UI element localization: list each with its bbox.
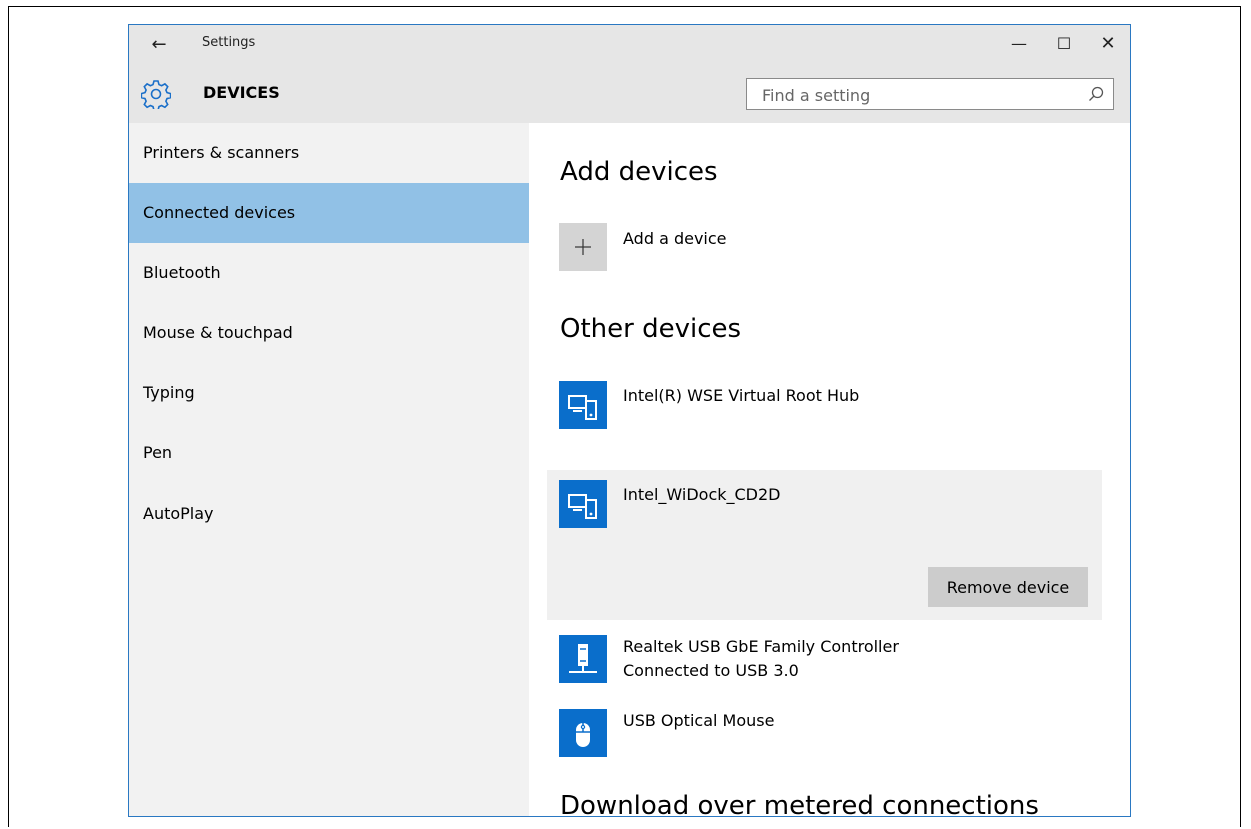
- sidebar: Printers & scanners Connected devices Bl…: [129, 123, 529, 816]
- device-name: Intel_WiDock_CD2D: [623, 485, 781, 504]
- sidebar-item-autoplay[interactable]: AutoPlay: [129, 484, 529, 544]
- main-content: Add devices Add a device Other devices I…: [529, 123, 1130, 817]
- title-bar: ← Settings — ☐ ✕ DEVICES: [129, 25, 1130, 123]
- search-input[interactable]: [760, 83, 1074, 107]
- mouse-icon: [559, 709, 607, 757]
- computer-phone-icon: [559, 480, 607, 528]
- minimize-button[interactable]: —: [996, 29, 1042, 59]
- computer-phone-icon: [559, 381, 607, 429]
- plus-icon: [575, 239, 591, 255]
- other-devices-heading: Other devices: [560, 314, 742, 344]
- remove-device-button[interactable]: Remove device: [928, 567, 1088, 607]
- device-name: Intel(R) WSE Virtual Root Hub: [623, 386, 860, 405]
- close-button[interactable]: ✕: [1085, 29, 1130, 59]
- settings-window: ← Settings — ☐ ✕ DEVICES Printers & scan…: [128, 24, 1131, 817]
- device-row[interactable]: USB Optical Mouse: [547, 699, 1102, 769]
- sidebar-item-mouse-touchpad[interactable]: Mouse & touchpad: [129, 303, 529, 363]
- page-title: DEVICES: [203, 83, 280, 102]
- search-box[interactable]: [746, 78, 1114, 110]
- add-device-button[interactable]: [559, 223, 607, 271]
- add-device-label[interactable]: Add a device: [623, 229, 727, 248]
- device-row[interactable]: Realtek USB GbE Family Controller Connec…: [547, 625, 1102, 695]
- download-heading: Download over metered connections: [560, 791, 1039, 817]
- search-icon[interactable]: [1087, 85, 1105, 103]
- window-title: Settings: [202, 35, 256, 50]
- sidebar-item-connected-devices[interactable]: Connected devices: [129, 183, 529, 243]
- add-devices-heading: Add devices: [560, 157, 718, 187]
- maximize-button[interactable]: ☐: [1041, 29, 1087, 59]
- sidebar-item-bluetooth[interactable]: Bluetooth: [129, 243, 529, 303]
- back-button[interactable]: ←: [141, 31, 177, 59]
- sidebar-item-printers-scanners[interactable]: Printers & scanners: [129, 123, 529, 183]
- device-name: USB Optical Mouse: [623, 711, 775, 730]
- gear-icon: [141, 80, 171, 109]
- device-row[interactable]: Intel(R) WSE Virtual Root Hub: [547, 371, 1102, 441]
- device-name: Realtek USB GbE Family Controller: [623, 637, 899, 656]
- device-status: Connected to USB 3.0: [623, 661, 799, 680]
- sidebar-item-typing[interactable]: Typing: [129, 363, 529, 423]
- network-adapter-icon: [559, 635, 607, 683]
- device-row-selected[interactable]: Intel_WiDock_CD2D Remove device: [547, 470, 1102, 620]
- sidebar-item-pen[interactable]: Pen: [129, 423, 529, 483]
